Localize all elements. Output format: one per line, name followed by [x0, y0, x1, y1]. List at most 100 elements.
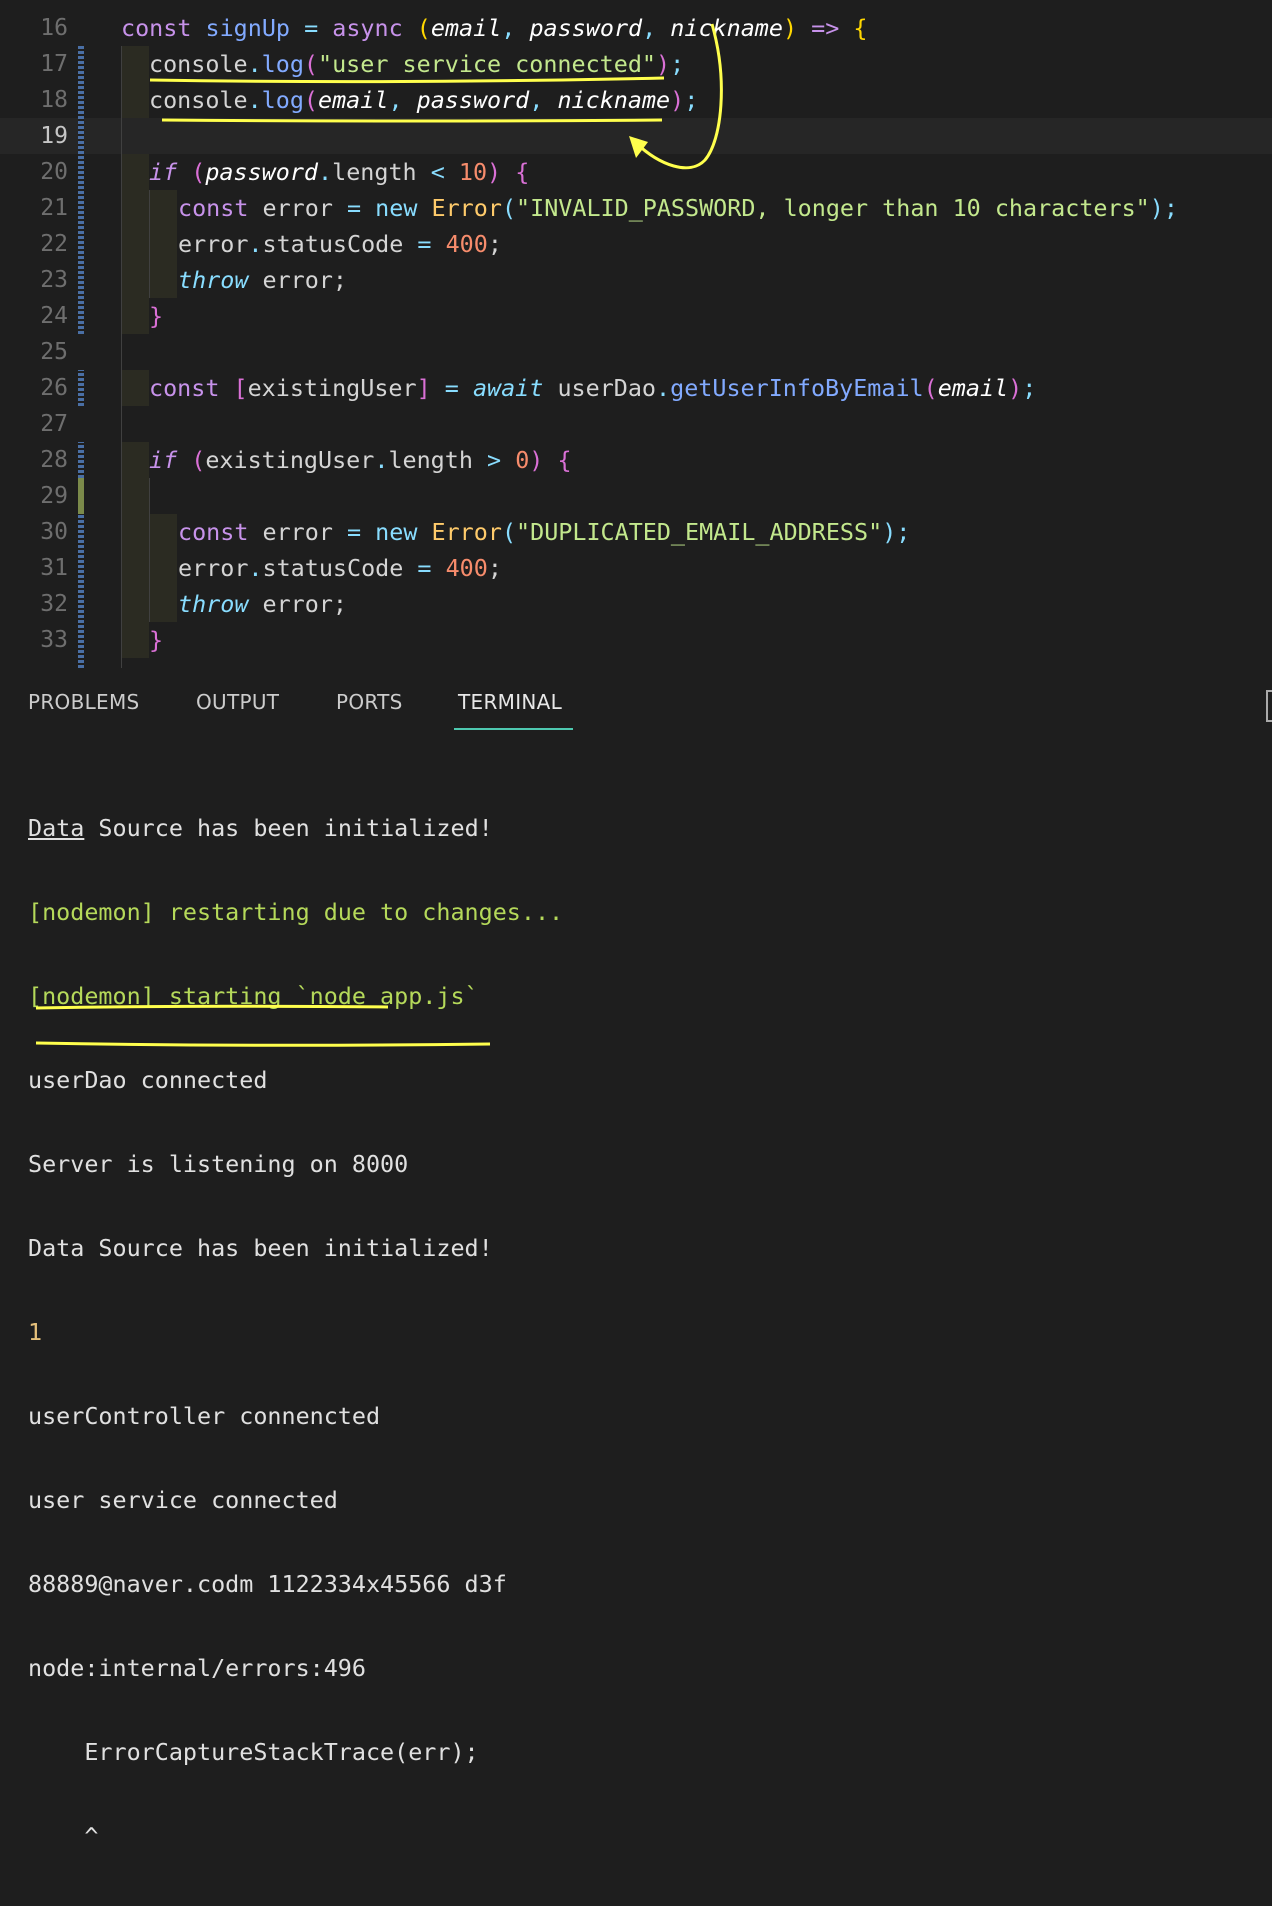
code-text-30[interactable]: const error = new Error("DUPLICATED_EMAI… — [178, 514, 910, 550]
code-text-33[interactable]: } — [149, 622, 163, 658]
class-name: Error — [431, 518, 502, 546]
keyword: throw — [178, 266, 249, 294]
brace: { — [557, 446, 572, 474]
keyword: new — [361, 518, 432, 546]
comma: , — [529, 86, 558, 114]
identifier: error — [248, 518, 347, 546]
panel-tab-bar: PROBLEMS OUTPUT PORTS TERMINAL — [0, 668, 1272, 732]
paren: ( — [177, 446, 206, 474]
semicolon: ; — [487, 230, 502, 258]
code-text-26[interactable]: const [existingUser] = await userDao.get… — [149, 370, 1036, 406]
code-line-27[interactable]: 27 — [0, 406, 1272, 442]
panel-edge-handle[interactable] — [1266, 690, 1272, 722]
paren: ) — [529, 446, 558, 474]
code-text-18[interactable]: console.log(email, password, nickname); — [149, 82, 698, 118]
brace: { — [853, 14, 868, 42]
terminal-line: [nodemon] starting `node app.js` — [28, 982, 479, 1010]
terminal-line: Data Source has been initialized! — [28, 1234, 493, 1262]
paren: ) — [670, 86, 685, 114]
paren: ( — [402, 14, 431, 42]
code-line-29[interactable]: 29 — [0, 478, 1272, 514]
terminal-line: ^ — [28, 1822, 99, 1850]
tab-problems[interactable]: PROBLEMS — [28, 690, 140, 714]
param: password — [529, 14, 643, 42]
property: length — [388, 446, 473, 474]
dot: . — [656, 374, 671, 402]
operator: = — [403, 230, 446, 258]
tab-terminal[interactable]: TERMINAL — [458, 690, 562, 714]
identifier: password — [205, 158, 319, 186]
operator: < — [416, 158, 459, 186]
number: 0 — [515, 446, 530, 474]
terminal-line: Data Source has been initialized! — [28, 814, 563, 842]
keyword: if — [149, 446, 178, 474]
git-modified-marker[interactable] — [78, 370, 84, 406]
indent-guide — [121, 46, 122, 668]
identifier: error; — [248, 266, 348, 294]
code-text-24[interactable]: } — [149, 298, 163, 334]
git-modified-marker[interactable] — [78, 514, 84, 668]
paren: ) — [656, 50, 671, 78]
git-modified-marker[interactable] — [78, 46, 84, 334]
param: email — [318, 86, 389, 114]
terminal-output[interactable]: Data Source has been initialized! [nodem… — [28, 758, 563, 1906]
terminal-line: 88889@naver.codm 1122334x45566 d3f — [28, 1570, 507, 1598]
paren: ) — [1008, 374, 1023, 402]
code-text-22[interactable]: error.statusCode = 400; — [178, 226, 502, 262]
code-editor[interactable]: 16 17 18 19 20 21 22 23 24 25 26 27 28 2… — [0, 0, 1272, 668]
keyword: if — [149, 158, 178, 186]
code-line-25[interactable]: 25 — [0, 334, 1272, 370]
code-text-31[interactable]: error.statusCode = 400; — [178, 550, 502, 586]
identifier: console — [149, 50, 248, 78]
line-number: 27 — [40, 411, 68, 437]
code-text-23[interactable]: throw error; — [178, 262, 347, 298]
active-tab-indicator — [454, 728, 573, 730]
line-number: 16 — [40, 15, 68, 41]
number: 10 — [458, 158, 488, 186]
indent-highlight — [121, 442, 149, 658]
param: password — [416, 86, 530, 114]
comma: , — [501, 14, 530, 42]
keyword: const — [178, 194, 249, 222]
property: length — [332, 158, 417, 186]
paren: ( — [923, 374, 938, 402]
line-number: 24 — [40, 303, 68, 329]
paren: ( — [501, 518, 517, 546]
code-text-20[interactable]: if (password.length < 10) { — [149, 154, 529, 190]
code-line-24[interactable]: 24 — [0, 298, 1272, 334]
dot: . — [248, 554, 263, 582]
code-line-19[interactable]: 19 — [0, 118, 1272, 154]
paren: ) — [882, 518, 897, 546]
param: nickname — [557, 86, 671, 114]
identifier: userDao — [543, 374, 657, 402]
code-text-28[interactable]: if (existingUser.length > 0) { — [149, 442, 572, 478]
identifier: error — [178, 554, 249, 582]
code-text-32[interactable]: throw error; — [178, 586, 347, 622]
line-number: 17 — [40, 51, 68, 77]
tab-output[interactable]: OUTPUT — [196, 690, 279, 714]
brace: } — [149, 626, 164, 654]
terminal-line: [nodemon] restarting due to changes... — [28, 898, 564, 926]
tab-ports[interactable]: PORTS — [336, 690, 403, 714]
semicolon: ; — [487, 554, 502, 582]
operator: = — [290, 14, 333, 42]
dot: . — [374, 446, 389, 474]
git-added-marker[interactable] — [78, 478, 84, 514]
identifier: error — [178, 230, 249, 258]
comma: , — [388, 86, 417, 114]
line-number: 33 — [40, 627, 68, 653]
property: statusCode — [262, 554, 404, 582]
terminal-line: node:internal/errors:496 — [28, 1654, 366, 1682]
code-text-16[interactable]: const signUp = async (email, password, n… — [121, 10, 868, 46]
semicolon: ; — [896, 518, 911, 546]
semicolon: ; — [670, 50, 685, 78]
brace: } — [149, 302, 164, 330]
code-line-33[interactable]: 33 — [0, 622, 1272, 658]
class-name: Error — [431, 194, 502, 222]
code-text-21[interactable]: const error = new Error("INVALID_PASSWOR… — [178, 190, 1178, 226]
bottom-panel: PROBLEMS OUTPUT PORTS TERMINAL Data Sour… — [0, 668, 1272, 1850]
code-text-17[interactable]: console.log("user service connected"); — [149, 46, 684, 82]
operator: > — [472, 446, 516, 474]
git-modified-marker[interactable] — [78, 442, 84, 478]
terminal-line-part: Data — [28, 814, 85, 842]
